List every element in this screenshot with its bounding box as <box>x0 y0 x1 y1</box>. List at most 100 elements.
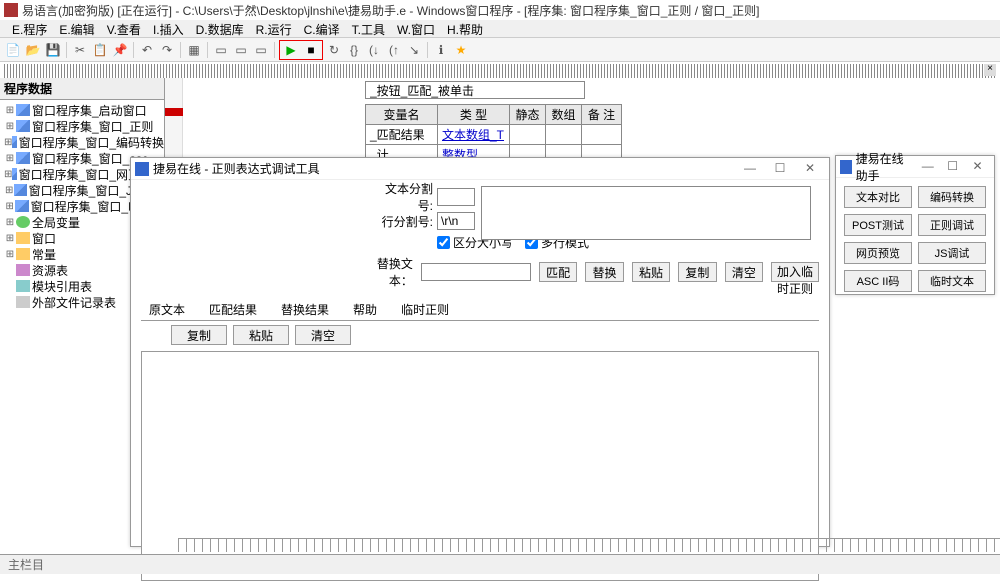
tree-twisty-icon[interactable]: ⊞ <box>4 217 16 228</box>
cell-array[interactable] <box>546 125 582 145</box>
helper-button[interactable]: JS调试 <box>918 242 986 264</box>
menu-tools[interactable]: T.工具 <box>346 20 391 37</box>
app-titlebar: 易语言(加密狗版) [正在运行] - C:\Users\于然\Desktop\j… <box>0 0 1000 20</box>
tree-item[interactable]: ⊞窗口程序集_窗口_正则 <box>4 118 164 134</box>
th-type: 类 型 <box>438 105 510 125</box>
step-into-icon[interactable]: (↓ <box>365 41 383 59</box>
tree-twisty-icon[interactable]: ⊞ <box>4 185 14 196</box>
open-icon[interactable]: 📂 <box>24 41 42 59</box>
new-icon[interactable]: 📄 <box>4 41 22 59</box>
helper-title: 捷易在线助手 <box>856 150 916 184</box>
tree-twisty-icon[interactable]: ⊞ <box>4 137 12 148</box>
win-icon <box>14 184 26 196</box>
tree-twisty-icon[interactable]: ⊞ <box>4 249 16 260</box>
window3-icon[interactable]: ▭ <box>252 41 270 59</box>
tree-item[interactable]: ⊞窗口程序集_窗口_编码转换 <box>4 134 164 150</box>
result-tab[interactable]: 原文本 <box>141 299 193 320</box>
win-icon <box>16 120 30 132</box>
add-temp-button[interactable]: 加入临时正则 <box>771 262 819 282</box>
menu-run[interactable]: R.运行 <box>250 20 298 37</box>
separator <box>66 42 67 58</box>
replace-input[interactable] <box>421 263 531 281</box>
copy-icon[interactable]: 📋 <box>91 41 109 59</box>
maximize-button[interactable]: ☐ <box>765 159 795 179</box>
menu-database[interactable]: D.数据库 <box>190 20 250 37</box>
tree-item-label: 模块引用表 <box>32 278 92 295</box>
helper-minimize[interactable]: — <box>915 157 940 177</box>
helper-button[interactable]: 临时文本 <box>918 270 986 292</box>
separator <box>427 42 428 58</box>
tree-twisty-icon[interactable]: ⊞ <box>4 153 16 164</box>
line-split-input[interactable] <box>437 212 475 230</box>
step-out-icon[interactable]: (↑ <box>385 41 403 59</box>
paste-icon[interactable]: 📌 <box>111 41 129 59</box>
window2-icon[interactable]: ▭ <box>232 41 250 59</box>
helper-close[interactable]: ✕ <box>965 157 990 177</box>
cell-remark[interactable] <box>582 125 622 145</box>
result-tabs: 原文本匹配结果替换结果帮助临时正则 <box>141 299 819 321</box>
tool-icon[interactable]: ▦ <box>185 41 203 59</box>
minimize-button[interactable]: — <box>735 159 765 179</box>
breadcrumb-field <box>365 81 585 99</box>
text-split-label: 文本分割号: <box>371 180 433 214</box>
dock-header: × <box>4 64 996 78</box>
helper-maximize[interactable]: ☐ <box>940 157 965 177</box>
sub-paste-button[interactable]: 粘贴 <box>233 325 289 345</box>
stop-icon[interactable]: ■ <box>302 41 320 59</box>
breakpoint-icon[interactable]: ↘ <box>405 41 423 59</box>
menu-compile[interactable]: C.编译 <box>298 20 346 37</box>
paste-button[interactable]: 粘贴 <box>632 262 670 282</box>
star-icon[interactable]: ★ <box>452 41 470 59</box>
help-icon[interactable]: ℹ <box>432 41 450 59</box>
step-over-icon[interactable]: {} <box>345 41 363 59</box>
undo-icon[interactable]: ↶ <box>138 41 156 59</box>
helper-button[interactable]: ASC II码 <box>844 270 912 292</box>
menu-insert[interactable]: I.插入 <box>147 20 190 37</box>
menu-edit[interactable]: E.编辑 <box>53 20 100 37</box>
window-icon[interactable]: ▭ <box>212 41 230 59</box>
tree-item[interactable]: ⊞窗口程序集_启动窗口 <box>4 102 164 118</box>
close-icon[interactable]: × <box>984 64 996 76</box>
replace-button[interactable]: 替换 <box>585 262 623 282</box>
helper-button[interactable]: 文本对比 <box>844 186 912 208</box>
result-tab[interactable]: 替换结果 <box>273 299 337 320</box>
tree-twisty-icon[interactable]: ⊞ <box>4 201 15 212</box>
helper-button[interactable]: 正则调试 <box>918 214 986 236</box>
helper-button[interactable]: POST测试 <box>844 214 912 236</box>
result-tab[interactable]: 临时正则 <box>393 299 457 320</box>
run-icon[interactable]: ▶ <box>282 41 300 59</box>
helper-button[interactable]: 网页预览 <box>844 242 912 264</box>
cut-icon[interactable]: ✂ <box>71 41 89 59</box>
menu-search[interactable]: V.查看 <box>101 20 147 37</box>
table-row[interactable]: _匹配结果文本数组_T <box>366 125 622 145</box>
tree-twisty-icon[interactable]: ⊞ <box>4 233 16 244</box>
menu-file[interactable]: E.程序 <box>6 20 53 37</box>
sub-copy-button[interactable]: 复制 <box>171 325 227 345</box>
helper-titlebar[interactable]: 捷易在线助手 — ☐ ✕ <box>836 156 994 178</box>
dialog-titlebar[interactable]: 捷易在线 - 正则表达式调试工具 — ☐ ✕ <box>131 158 829 180</box>
tree-twisty-icon[interactable]: ⊞ <box>4 105 16 116</box>
sub-clear-button[interactable]: 清空 <box>295 325 351 345</box>
copy-button[interactable]: 复制 <box>678 262 716 282</box>
redo-icon[interactable]: ↷ <box>158 41 176 59</box>
cell-type[interactable]: 文本数组_T <box>438 125 510 145</box>
chk-case[interactable] <box>437 236 450 249</box>
helper-button[interactable]: 编码转换 <box>918 186 986 208</box>
menu-window[interactable]: W.窗口 <box>391 20 441 37</box>
regex-pattern-input[interactable] <box>481 186 811 240</box>
bottom-tab[interactable]: 主栏目 <box>8 556 44 573</box>
close-button[interactable]: ✕ <box>795 159 825 179</box>
clear-button[interactable]: 清空 <box>725 262 763 282</box>
tree-twisty-icon[interactable]: ⊞ <box>4 169 12 180</box>
step-icon[interactable]: ↻ <box>325 41 343 59</box>
text-split-input[interactable] <box>437 188 475 206</box>
cell-static[interactable] <box>510 125 546 145</box>
result-tab[interactable]: 帮助 <box>345 299 385 320</box>
save-icon[interactable]: 💾 <box>44 41 62 59</box>
cell-name[interactable]: _匹配结果 <box>366 125 438 145</box>
result-tab[interactable]: 匹配结果 <box>201 299 265 320</box>
menu-help[interactable]: H.帮助 <box>441 20 489 37</box>
tree-twisty-icon[interactable]: ⊞ <box>4 121 16 132</box>
match-button[interactable]: 匹配 <box>539 262 577 282</box>
breadcrumb-input[interactable] <box>365 81 585 99</box>
